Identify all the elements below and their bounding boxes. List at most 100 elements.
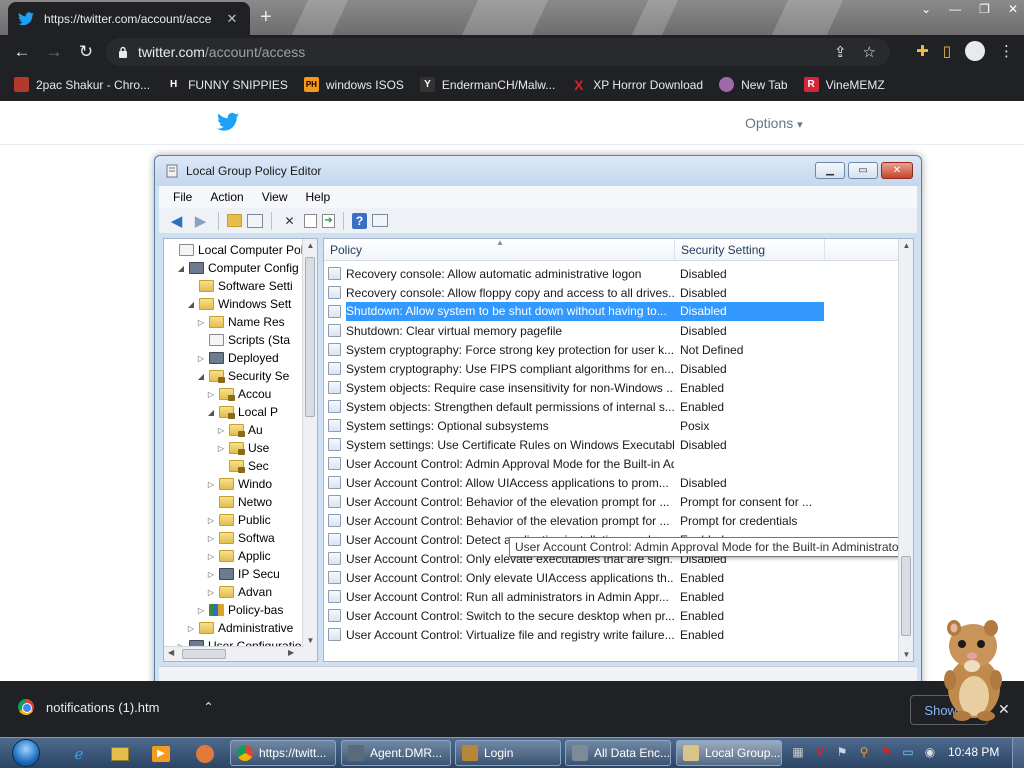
scroll-thumb[interactable] xyxy=(901,556,911,636)
policy-row[interactable]: Recovery console: Allow automatic admini… xyxy=(328,264,824,283)
tree-node[interactable]: ◢ Local P xyxy=(206,403,278,421)
collapsed-arrow-icon[interactable]: ▷ xyxy=(206,390,216,399)
clock[interactable]: 10:48 PM xyxy=(948,745,999,759)
download-item[interactable]: notifications (1).htm ⌃ xyxy=(18,699,214,715)
tree-horizontal-scrollbar[interactable]: ◀ ▶ xyxy=(164,646,304,661)
policy-row[interactable]: System cryptography: Force strong key pr… xyxy=(328,340,824,359)
expanded-arrow-icon[interactable]: ◢ xyxy=(206,408,216,417)
bookmark-xp-horror[interactable]: X XP Horror Download xyxy=(571,77,703,93)
side-panel-icon[interactable]: ▯ xyxy=(943,42,951,60)
reload-icon[interactable]: ↻ xyxy=(70,42,102,62)
menu-view[interactable]: View xyxy=(262,190,288,204)
tree-node[interactable]: ▷ Au xyxy=(216,421,263,439)
bookmark-funny-snippies[interactable]: H FUNNY SNIPPIES xyxy=(166,77,288,92)
window-titlebar[interactable]: Local Group Policy Editor xyxy=(155,156,921,186)
policy-row[interactable]: System cryptography: Use FIPS compliant … xyxy=(328,359,824,378)
hamster-mascot-icon[interactable] xyxy=(936,614,1010,722)
maximize-button[interactable]: ❐ xyxy=(979,2,990,16)
up-folder-icon[interactable] xyxy=(227,214,242,227)
twitter-logo-icon[interactable] xyxy=(217,112,239,132)
help-icon[interactable]: ? xyxy=(352,212,367,229)
bookmark-windows-isos[interactable]: PH windows ISOS xyxy=(303,77,404,92)
policy-row[interactable]: User Account Control: Virtualize file an… xyxy=(328,625,824,644)
collapsed-arrow-icon[interactable]: ▷ xyxy=(216,444,226,453)
bookmark-endermanch[interactable]: Y EndermanCH/Malw... xyxy=(419,77,555,92)
taskbar-local-group-policy[interactable]: Local Group... xyxy=(676,740,782,766)
tree-node[interactable]: ▷ Public xyxy=(206,511,271,529)
bookmark-vinememz[interactable]: R VineMEMZ xyxy=(803,77,885,92)
tab-close-icon[interactable]: ✕ xyxy=(224,11,240,27)
taskbar-all-data-enc[interactable]: All Data Enc... xyxy=(565,740,671,766)
action-center-icon[interactable]: ⚑ xyxy=(878,744,894,760)
policy-row[interactable]: Shutdown: Allow system to be shut down w… xyxy=(328,302,824,321)
collapsed-arrow-icon[interactable]: ▷ xyxy=(206,552,216,561)
collapsed-arrow-icon[interactable]: ▷ xyxy=(196,606,206,615)
policy-row[interactable]: User Account Control: Run all administra… xyxy=(328,587,824,606)
tree-node[interactable]: ▷ Name Res xyxy=(196,313,285,331)
forward-icon[interactable]: → xyxy=(38,42,70,62)
tree-node[interactable]: Scripts (Sta xyxy=(196,331,290,349)
menu-file[interactable]: File xyxy=(173,190,192,204)
start-button[interactable] xyxy=(6,738,46,768)
tree-node[interactable]: ▷ Policy-bas xyxy=(196,601,283,619)
paint-app-icon[interactable] xyxy=(186,741,224,766)
collapsed-arrow-icon[interactable]: ▷ xyxy=(186,624,196,633)
collapsed-arrow-icon[interactable]: ▷ xyxy=(196,354,206,363)
network-icon[interactable]: ▭ xyxy=(900,744,916,760)
collapsed-arrow-icon[interactable]: ▷ xyxy=(206,588,216,597)
policy-row[interactable]: User Account Control: Only elevate UIAcc… xyxy=(328,568,824,587)
tree-node[interactable]: Netwo xyxy=(206,493,272,511)
list-vertical-scrollbar[interactable]: ▲ ▼ xyxy=(898,239,913,661)
options-dropdown[interactable]: Options ▾ xyxy=(745,115,803,131)
tree-node[interactable]: ▷ Use xyxy=(216,439,269,457)
back-arrow-icon[interactable]: ◀ xyxy=(167,212,186,230)
scroll-up-icon[interactable]: ▲ xyxy=(303,241,317,250)
tree-vertical-scrollbar[interactable]: ▲ ▼ xyxy=(302,239,317,661)
scroll-down-icon[interactable]: ▼ xyxy=(303,636,317,645)
bookmark-new-tab[interactable]: New Tab xyxy=(719,77,788,92)
properties-icon[interactable] xyxy=(304,213,317,228)
policy-row[interactable]: Shutdown: Clear virtual memory pagefile D… xyxy=(328,321,824,340)
tree-node[interactable]: ◢ Computer Config xyxy=(176,259,299,277)
policy-row[interactable]: User Account Control: Behavior of the el… xyxy=(328,492,824,511)
expanded-arrow-icon[interactable]: ◢ xyxy=(176,264,186,273)
bookmark-star-icon[interactable]: ☆ xyxy=(863,43,876,61)
address-bar[interactable]: twitter.com/account/access ⇪ ☆ xyxy=(106,38,890,66)
column-header-security-setting[interactable]: Security Setting xyxy=(675,239,825,260)
policy-row[interactable]: System objects: Strengthen default permi… xyxy=(328,397,824,416)
policy-row[interactable]: System objects: Require case insensitivi… xyxy=(328,378,824,397)
taskbar-agent-dmr[interactable]: Agent.DMR... xyxy=(341,740,451,766)
scroll-left-icon[interactable]: ◀ xyxy=(168,648,174,657)
export-list-icon[interactable]: ➔ xyxy=(322,213,335,228)
menu-help[interactable]: Help xyxy=(306,190,331,204)
policy-row[interactable]: User Account Control: Admin Approval Mod… xyxy=(328,454,824,473)
policy-row[interactable]: System settings: Optional subsystems Posi… xyxy=(328,416,824,435)
tree-node[interactable]: ▷ Softwa xyxy=(206,529,275,547)
tree-node[interactable]: ◢ Security Se xyxy=(196,367,289,385)
extensions-icon[interactable]: ✚ xyxy=(916,42,929,60)
forward-arrow-icon[interactable]: ▶ xyxy=(191,212,210,230)
tray-app-icon[interactable]: ▦ xyxy=(790,744,806,760)
close-button[interactable]: ✕ xyxy=(881,162,913,179)
tab-search-icon[interactable]: ⌄ xyxy=(921,2,931,16)
expanded-arrow-icon[interactable]: ◢ xyxy=(196,372,206,381)
maximize-button[interactable]: ▭ xyxy=(848,162,878,179)
close-button[interactable]: ✕ xyxy=(1008,2,1018,16)
antivirus-icon[interactable]: V xyxy=(812,744,828,760)
new-tab-button[interactable]: + xyxy=(260,6,272,28)
taskbar-chrome[interactable]: https://twitt... xyxy=(230,740,336,766)
tree-node[interactable]: Local Computer Polic xyxy=(166,241,312,259)
tree-node[interactable]: ◢ Windows Sett xyxy=(186,295,291,313)
policy-row[interactable]: User Account Control: Behavior of the el… xyxy=(328,511,824,530)
browser-tab[interactable]: https://twitter.com/account/acce ✕ xyxy=(8,2,250,35)
collapsed-arrow-icon[interactable]: ▷ xyxy=(196,318,206,327)
tree-node[interactable]: Software Setti xyxy=(186,277,293,295)
delete-icon[interactable]: ✕ xyxy=(280,212,299,230)
tree-node[interactable]: ▷ IP Secu xyxy=(206,565,280,583)
back-icon[interactable]: ← xyxy=(6,42,38,62)
taskbar-login[interactable]: Login xyxy=(455,740,561,766)
collapsed-arrow-icon[interactable]: ▷ xyxy=(206,570,216,579)
tree-node[interactable]: ▷ Windo xyxy=(206,475,272,493)
chevron-up-icon[interactable]: ⌃ xyxy=(203,700,213,714)
minimize-button[interactable]: — xyxy=(949,2,961,16)
